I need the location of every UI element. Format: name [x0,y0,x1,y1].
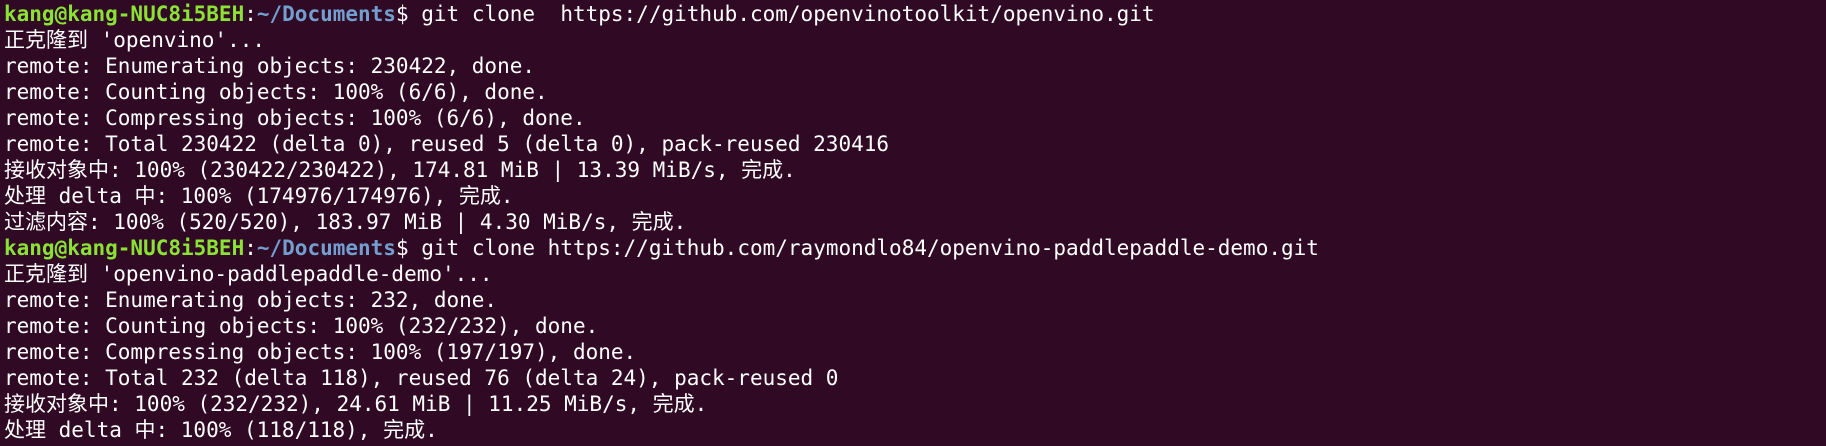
output-line: 正克隆到 'openvino'... [4,28,266,52]
output-line: 接收对象中: 100% (232/232), 24.61 MiB | 11.25… [4,392,708,416]
prompt-user-host: kang@kang-NUC8i5BEH [4,2,245,26]
prompt-path: ~/Documents [256,2,396,26]
output-line: remote: Enumerating objects: 232, done. [4,288,498,312]
output-line: remote: Total 232 (delta 118), reused 76… [4,366,839,390]
output-line: 处理 delta 中: 100% (174976/174976), 完成. [4,184,514,208]
output-line: remote: Compressing objects: 100% (197/1… [4,340,637,364]
terminal-window[interactable]: kang@kang-NUC8i5BEH:~/Documents$ git clo… [0,0,1826,446]
prompt-symbol: $ [395,2,409,26]
output-line: remote: Enumerating objects: 230422, don… [4,54,536,78]
output-line: 正克隆到 'openvino-paddlepaddle-demo'... [4,262,493,286]
output-line: 处理 delta 中: 100% (118/118), 完成. [4,418,438,442]
output-line: remote: Total 230422 (delta 0), reused 5… [4,132,890,156]
prompt-separator: : [244,236,257,260]
output-line: remote: Counting objects: 100% (6/6), do… [4,80,548,104]
prompt-path: ~/Documents [256,236,396,260]
output-line: remote: Compressing objects: 100% (6/6),… [4,106,586,130]
prompt-user-host: kang@kang-NUC8i5BEH [4,236,245,260]
output-line: remote: Counting objects: 100% (232/232)… [4,314,599,338]
output-line: 接收对象中: 100% (230422/230422), 174.81 MiB … [4,158,796,182]
prompt-symbol: $ [395,236,409,260]
prompt-line: kang@kang-NUC8i5BEH:~/Documents$ git clo… [4,235,1826,261]
command-text: git clone https://github.com/raymondlo84… [408,236,1319,260]
command-text: git clone https://github.com/openvinotoo… [408,2,1155,26]
prompt-separator: : [244,2,257,26]
output-line: 过滤内容: 100% (520/520), 183.97 MiB | 4.30 … [4,210,687,234]
prompt-line: kang@kang-NUC8i5BEH:~/Documents$ git clo… [4,1,1826,27]
